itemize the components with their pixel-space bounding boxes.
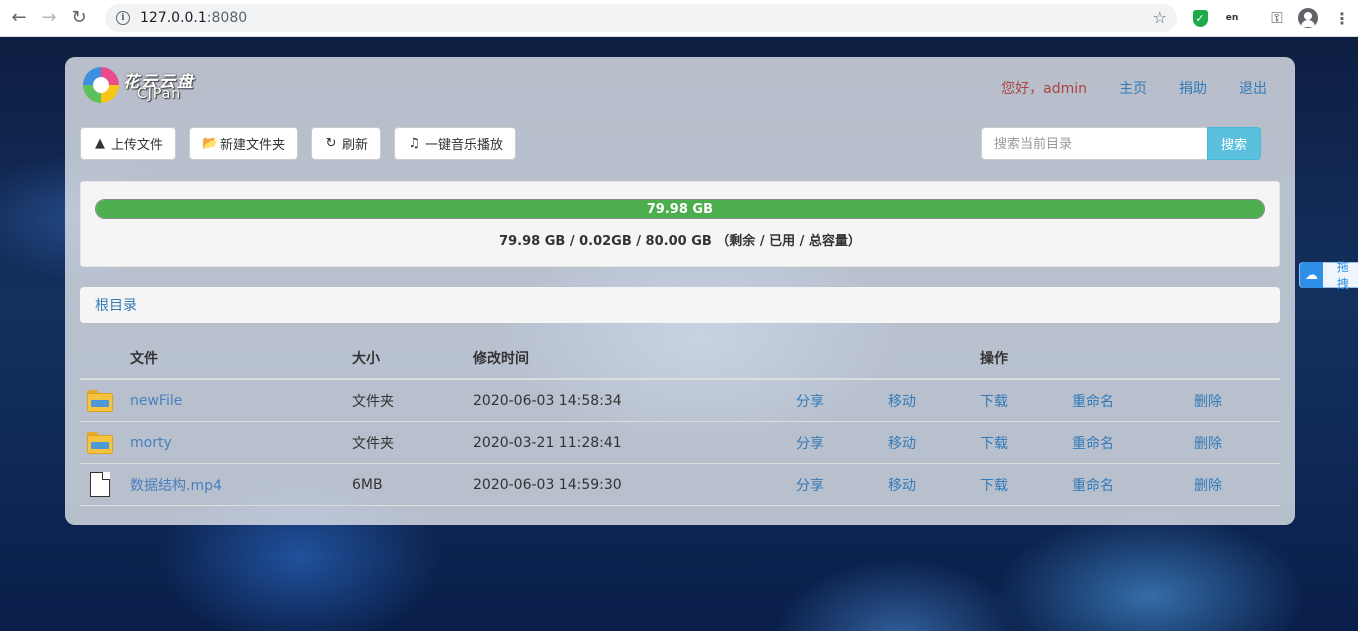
download-link[interactable]: 下载 (980, 380, 1008, 421)
forward-arrow-icon[interactable]: → (38, 7, 60, 29)
rename-link[interactable]: 重命名 (1072, 380, 1114, 421)
side-widget-label: 拖拽 (1336, 260, 1349, 291)
search-group: 搜索 (981, 127, 1261, 160)
file-name-link[interactable]: morty (130, 422, 172, 463)
folder-icon (87, 431, 113, 454)
refresh-icon: ↻ (325, 136, 337, 151)
table-row: 数据结构.mp4 6MB 2020-06-03 14:59:30 分享 移动 下… (80, 464, 1280, 506)
rename-link[interactable]: 重命名 (1072, 422, 1114, 463)
profile-avatar-icon[interactable] (1298, 8, 1318, 28)
logo-text-en: CJPan (137, 86, 182, 102)
new-folder-button[interactable]: 📂 新建文件夹 (189, 127, 299, 160)
table-row: newFile 文件夹 2020-06-03 14:58:34 分享 移动 下载… (80, 380, 1280, 422)
file-modified: 2020-03-21 11:28:41 (473, 434, 622, 451)
storage-progress-bar: 79.98 GB (95, 199, 1265, 219)
table-row: morty 文件夹 2020-03-21 11:28:41 分享 移动 下载 重… (80, 422, 1280, 464)
file-size: 文件夹 (352, 393, 394, 410)
file-modified: 2020-06-03 14:58:34 (473, 392, 622, 409)
search-input[interactable] (981, 127, 1207, 160)
download-link[interactable]: 下载 (980, 422, 1008, 463)
browser-toolbar: ← → ↻ i 127.0.0.1:8080 ☆ ✓ en ⚿ ⋮ (0, 0, 1358, 37)
download-link[interactable]: 下载 (980, 464, 1008, 505)
logo-flower-icon (83, 67, 119, 103)
url-text[interactable]: 127.0.0.1:8080 (140, 10, 247, 26)
nav-home-link[interactable]: 主页 (1119, 78, 1147, 98)
storage-progress-fill: 79.98 GB (96, 200, 1264, 218)
storage-well: 79.98 GB 79.98 GB / 0.02GB / 80.00 GB （剩… (80, 181, 1280, 267)
file-icon (90, 472, 110, 497)
bookmark-star-icon[interactable]: ☆ (1153, 8, 1167, 27)
shield-extension-icon[interactable]: ✓ (1190, 8, 1210, 28)
delete-link[interactable]: 删除 (1194, 464, 1222, 505)
nav-donate-link[interactable]: 捐助 (1179, 78, 1207, 98)
file-modified: 2020-06-03 14:59:30 (473, 476, 622, 493)
address-bar[interactable]: i 127.0.0.1:8080 ☆ (105, 4, 1177, 32)
more-menu-icon[interactable]: ⋮ (1332, 8, 1352, 28)
file-name-link[interactable]: 数据结构.mp4 (130, 464, 222, 505)
key-icon[interactable]: ⚿ (1267, 8, 1287, 28)
share-link[interactable]: 分享 (796, 422, 824, 463)
back-arrow-icon[interactable]: ← (8, 7, 30, 29)
breadcrumb: 根目录 (80, 287, 1280, 323)
header-actions: 操作 (980, 351, 1008, 367)
cloud-icon: ☁ (1300, 262, 1323, 288)
share-link[interactable]: 分享 (796, 464, 824, 505)
share-link[interactable]: 分享 (796, 380, 824, 421)
reload-icon[interactable]: ↻ (68, 7, 90, 29)
delete-link[interactable]: 删除 (1194, 380, 1222, 421)
folder-icon (87, 389, 113, 412)
header-name: 文件 (130, 351, 158, 367)
top-nav: 您好，admin 主页 捐助 退出 (969, 78, 1267, 98)
file-size: 文件夹 (352, 435, 394, 452)
folder-open-icon: 📂 (202, 136, 219, 151)
move-link[interactable]: 移动 (888, 422, 916, 463)
main-panel: 花云云盘 CJPan 您好，admin 主页 捐助 退出 ▲ 上传文件 📂 新建… (65, 57, 1295, 525)
delete-link[interactable]: 删除 (1194, 422, 1222, 463)
play-music-button[interactable]: ♫ 一键音乐播放 (394, 127, 517, 160)
logo[interactable]: 花云云盘 CJPan (83, 67, 195, 103)
nav-logout-link[interactable]: 退出 (1239, 78, 1267, 98)
table-header: 文件 大小 修改时间 操作 (80, 338, 1280, 380)
breadcrumb-root-link[interactable]: 根目录 (95, 295, 137, 315)
action-toolbar: ▲ 上传文件 📂 新建文件夹 ↻ 刷新 ♫ 一键音乐播放 (80, 127, 529, 160)
storage-summary: 79.98 GB / 0.02GB / 80.00 GB （剩余 / 已用 / … (499, 234, 861, 249)
header-modified: 修改时间 (473, 351, 529, 367)
file-table: 文件 大小 修改时间 操作 newFile 文件夹 2020-06-03 14:… (80, 338, 1280, 506)
side-cloud-widget[interactable]: ☁ 拖拽 (1299, 260, 1358, 291)
file-name-link[interactable]: newFile (130, 380, 182, 421)
site-info-icon[interactable]: i (116, 11, 130, 25)
search-button[interactable]: 搜索 (1207, 127, 1261, 160)
upload-circle-icon: ▲ (95, 136, 105, 151)
music-note-icon: ♫ (408, 136, 420, 151)
move-link[interactable]: 移动 (888, 464, 916, 505)
move-link[interactable]: 移动 (888, 380, 916, 421)
refresh-button[interactable]: ↻ 刷新 (311, 127, 382, 160)
user-greeting: 您好，admin (1001, 81, 1087, 97)
translate-extension-icon[interactable]: en (1222, 8, 1242, 28)
rename-link[interactable]: 重命名 (1072, 464, 1114, 505)
upload-button[interactable]: ▲ 上传文件 (80, 127, 177, 160)
file-size: 6MB (352, 476, 383, 493)
header-size: 大小 (352, 351, 380, 367)
